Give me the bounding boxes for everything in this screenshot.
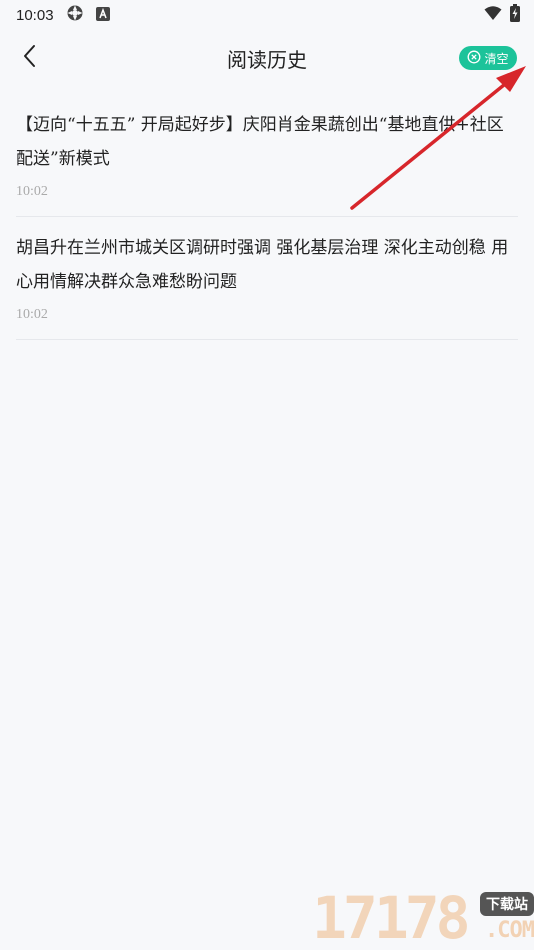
a-badge-icon: [95, 6, 110, 25]
watermark-badge: 下载站: [480, 892, 534, 916]
settings-app-icon: [66, 4, 84, 26]
nav-bar: 阅读历史 清空: [0, 30, 534, 86]
history-item[interactable]: 胡昌升在兰州市城关区调研时强调 强化基层治理 深化主动创稳 用心用情解决群众急难…: [16, 217, 518, 340]
status-bar: 10:03: [0, 0, 534, 30]
clear-button[interactable]: 清空: [459, 46, 517, 70]
status-time: 10:03: [16, 6, 54, 24]
watermark: 17178 下载站 .COM: [312, 888, 534, 948]
wifi-icon: [484, 5, 502, 25]
circle-x-icon: [467, 50, 481, 67]
history-item-time: 10:02: [16, 307, 48, 322]
battery-charging-icon: [510, 4, 520, 26]
watermark-number: 17178: [312, 884, 471, 950]
history-list: 【迈向“十五五” 开局起好步】庆阳肖金果蔬创出“基地直供+社区配送”新模式 10…: [16, 94, 518, 340]
history-item-title: 【迈向“十五五” 开局起好步】庆阳肖金果蔬创出“基地直供+社区配送”新模式: [16, 115, 504, 169]
clear-button-label: 清空: [484, 51, 509, 66]
history-item-title: 胡昌升在兰州市城关区调研时强调 强化基层治理 深化主动创稳 用心用情解决群众急难…: [16, 238, 509, 292]
watermark-suffix: .COM: [485, 918, 534, 943]
status-left: 10:03: [16, 4, 110, 26]
status-right: [484, 4, 520, 26]
page-title: 阅读历史: [227, 48, 307, 72]
history-item[interactable]: 【迈向“十五五” 开局起好步】庆阳肖金果蔬创出“基地直供+社区配送”新模式 10…: [16, 94, 518, 217]
history-item-time: 10:02: [16, 184, 48, 199]
